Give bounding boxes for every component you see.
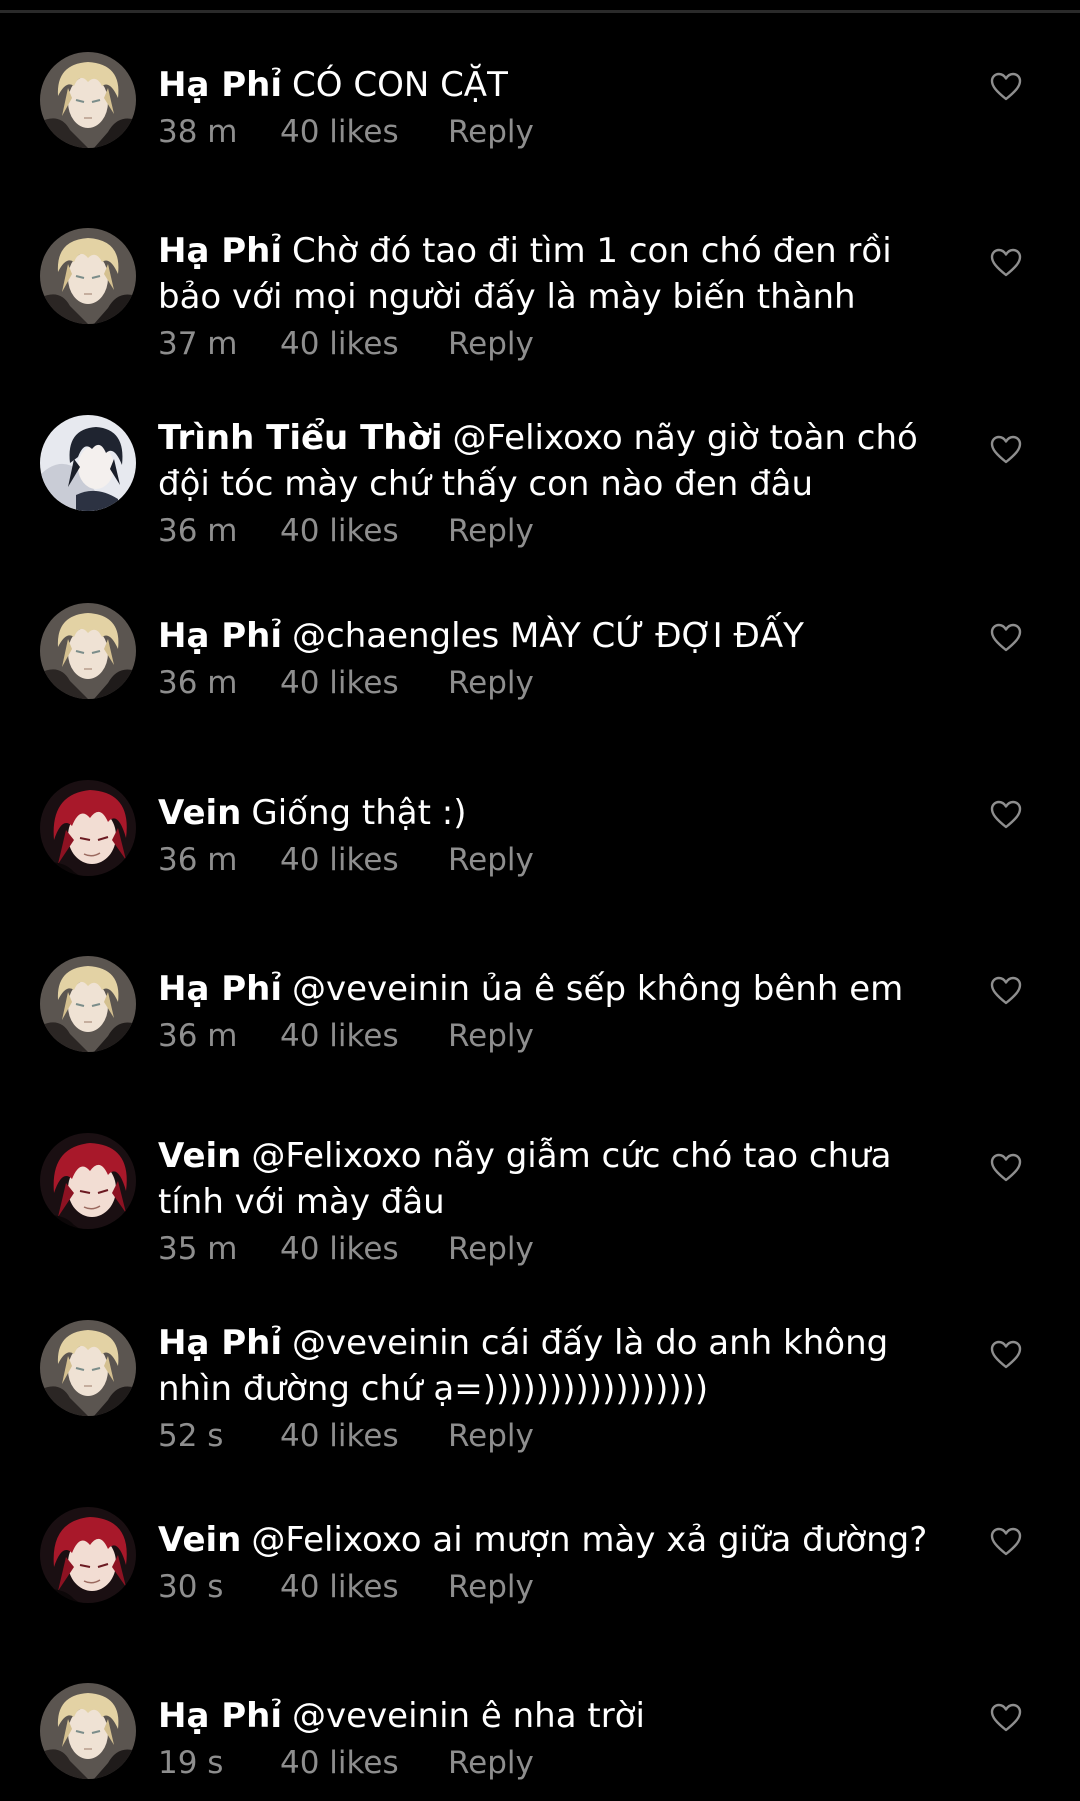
avatar[interactable]	[40, 415, 136, 511]
comment-time: 36 m	[158, 513, 238, 549]
heart-outline-icon[interactable]	[990, 1527, 1022, 1557]
avatar[interactable]	[40, 1320, 136, 1416]
comment-text: CÓ CON CẶT	[292, 65, 508, 105]
comment-likes[interactable]: 40 likes	[280, 324, 448, 364]
comment-likes[interactable]: 40 likes	[280, 1229, 448, 1269]
comment-username[interactable]: Hạ Phỉ	[158, 616, 282, 656]
comment-username[interactable]: Hạ Phỉ	[158, 969, 282, 1009]
comment-likes[interactable]: 40 likes	[280, 840, 448, 880]
comment-likes[interactable]: 40 likes	[280, 1743, 448, 1783]
heart-outline-icon[interactable]	[990, 976, 1022, 1006]
comment-meta: 38 m 40 likes Reply	[158, 112, 958, 152]
avatar[interactable]	[40, 1507, 136, 1603]
comment-username[interactable]: Hạ Phỉ	[158, 231, 282, 271]
comment-meta: 30 s 40 likes Reply	[158, 1567, 958, 1607]
reply-button[interactable]: Reply	[448, 511, 534, 551]
comment-text: @Felixoxo ai mượn mày xả giữa đường?	[251, 1520, 928, 1560]
comment-username[interactable]: Hạ Phỉ	[158, 1323, 282, 1363]
comment-text: @veveinin ủa ê sếp không bênh em	[292, 969, 904, 1009]
heart-outline-icon[interactable]	[990, 1153, 1022, 1183]
heart-outline-icon[interactable]	[990, 248, 1022, 278]
comment-meta: 36 m 40 likes Reply	[158, 840, 958, 880]
avatar[interactable]	[40, 52, 136, 148]
comment-meta: 35 m 40 likes Reply	[158, 1229, 958, 1269]
comment-username[interactable]: Vein	[158, 793, 241, 833]
comment-time: 38 m	[158, 114, 238, 150]
heart-outline-icon[interactable]	[990, 1703, 1022, 1733]
avatar[interactable]	[40, 780, 136, 876]
comment-text: @chaengles MÀY CỨ ĐỢI ĐẤY	[292, 616, 804, 656]
comment-meta: 36 m 40 likes Reply	[158, 1016, 958, 1056]
reply-button[interactable]: Reply	[448, 112, 534, 152]
comment-username[interactable]: Hạ Phỉ	[158, 65, 282, 105]
comment-likes[interactable]: 40 likes	[280, 663, 448, 703]
avatar[interactable]	[40, 228, 136, 324]
comment-time: 36 m	[158, 842, 238, 878]
reply-button[interactable]: Reply	[448, 1016, 534, 1056]
reply-button[interactable]: Reply	[448, 1229, 534, 1269]
comment-time: 37 m	[158, 326, 238, 362]
comment-likes[interactable]: 40 likes	[280, 1567, 448, 1607]
heart-outline-icon[interactable]	[990, 800, 1022, 830]
comment-list: Hạ Phỉ CÓ CON CẶT 38 m 40 likes Reply Hạ Ph…	[0, 0, 1080, 1801]
comment-username[interactable]: Vein	[158, 1136, 241, 1176]
heart-outline-icon[interactable]	[990, 623, 1022, 653]
avatar[interactable]	[40, 1133, 136, 1229]
reply-button[interactable]: Reply	[448, 1743, 534, 1783]
comment-meta: 52 s 40 likes Reply	[158, 1416, 958, 1456]
heart-outline-icon[interactable]	[990, 1340, 1022, 1370]
avatar[interactable]	[40, 1683, 136, 1779]
reply-button[interactable]: Reply	[448, 840, 534, 880]
comment-time: 52 s	[158, 1418, 224, 1454]
comment-likes[interactable]: 40 likes	[280, 511, 448, 551]
comment-time: 35 m	[158, 1231, 238, 1267]
reply-button[interactable]: Reply	[448, 663, 534, 703]
comment-time: 19 s	[158, 1745, 224, 1781]
comment-meta: 36 m 40 likes Reply	[158, 511, 958, 551]
comment-likes[interactable]: 40 likes	[280, 1416, 448, 1456]
comment-meta: 37 m 40 likes Reply	[158, 324, 958, 364]
reply-button[interactable]: Reply	[448, 324, 534, 364]
avatar[interactable]	[40, 956, 136, 1052]
comment-time: 30 s	[158, 1569, 224, 1605]
comment-time: 36 m	[158, 665, 238, 701]
comment-time: 36 m	[158, 1018, 238, 1054]
comment-likes[interactable]: 40 likes	[280, 112, 448, 152]
comment-text: Giống thật :)	[251, 793, 467, 833]
heart-outline-icon[interactable]	[990, 72, 1022, 102]
avatar[interactable]	[40, 603, 136, 699]
comment-username[interactable]: Vein	[158, 1520, 241, 1560]
comment-username[interactable]: Hạ Phỉ	[158, 1696, 282, 1736]
comment-text: @Felixoxo nãy giẫm cức chó tao chưa tính…	[158, 1136, 892, 1222]
heart-outline-icon[interactable]	[990, 435, 1022, 465]
comment-likes[interactable]: 40 likes	[280, 1016, 448, 1056]
comment-username[interactable]: Trình Tiểu Thời	[158, 418, 442, 458]
reply-button[interactable]: Reply	[448, 1567, 534, 1607]
comment-meta: 19 s 40 likes Reply	[158, 1743, 958, 1783]
comment-meta: 36 m 40 likes Reply	[158, 663, 958, 703]
comment-text: @veveinin ê nha trời	[292, 1696, 645, 1736]
reply-button[interactable]: Reply	[448, 1416, 534, 1456]
